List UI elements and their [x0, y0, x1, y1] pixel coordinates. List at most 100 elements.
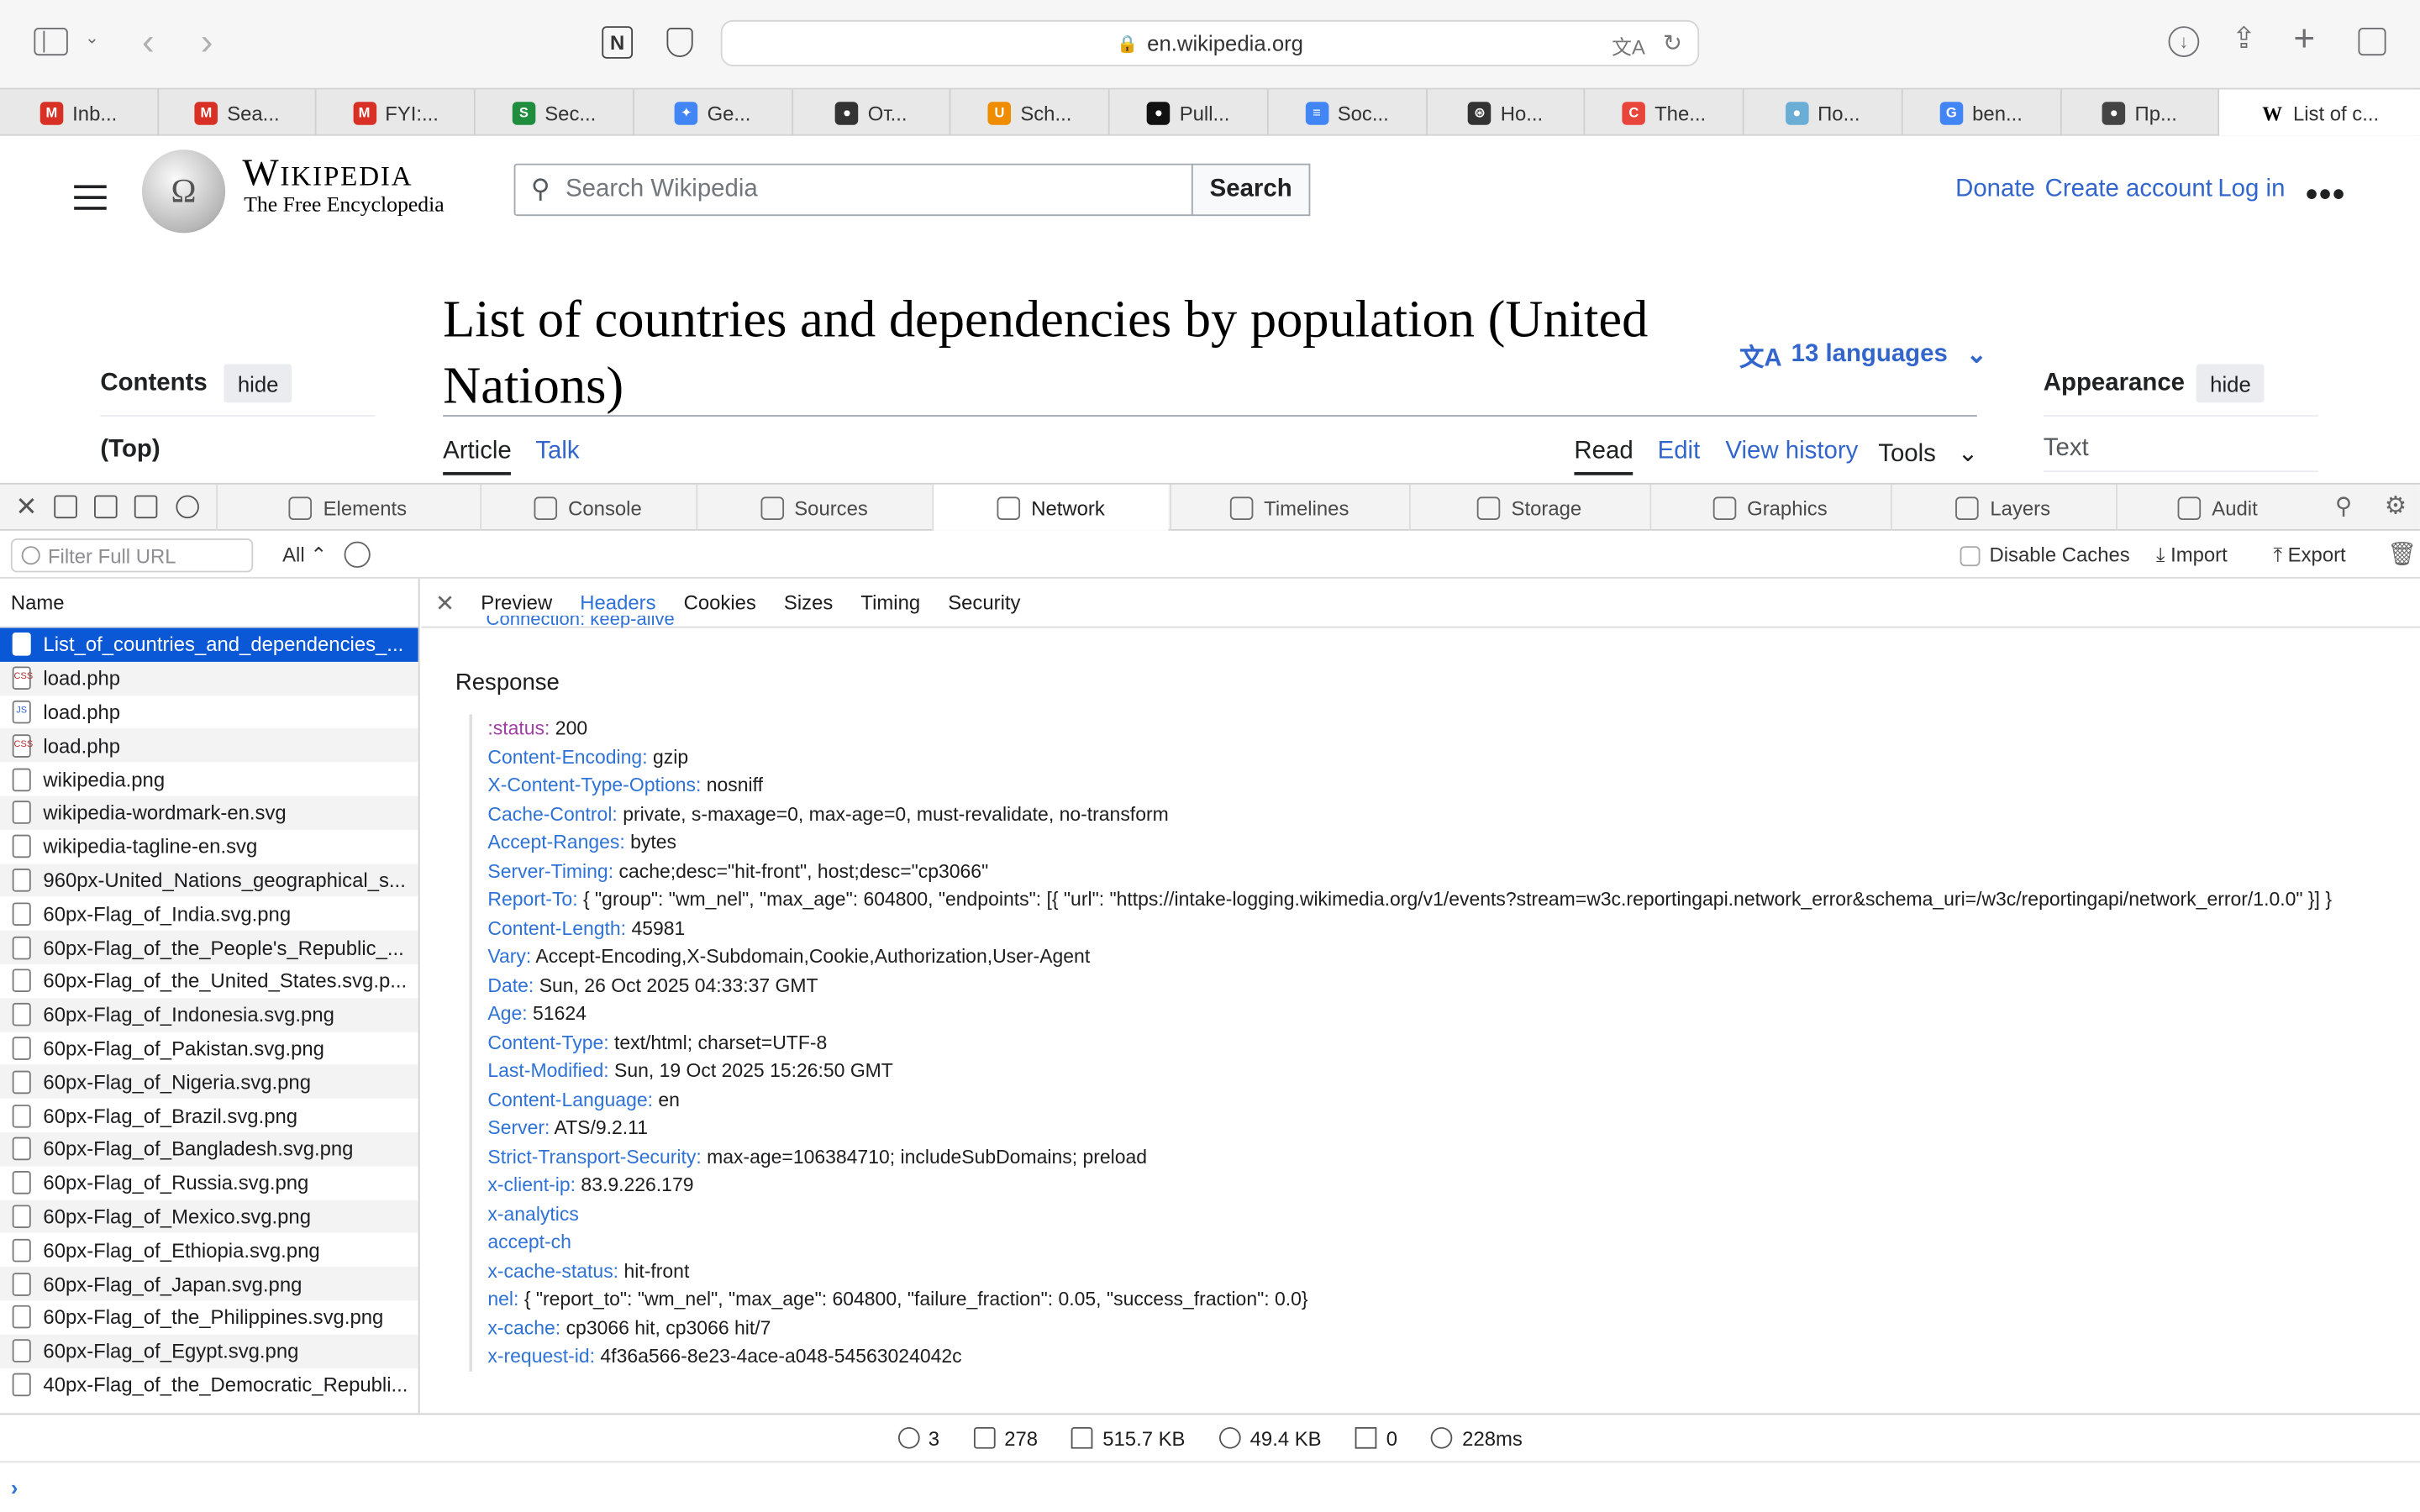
- devtools-tab-console[interactable]: Console: [480, 484, 694, 531]
- create-account-link[interactable]: Create account: [2045, 176, 2212, 203]
- tools-menu[interactable]: Tools ⌄: [1878, 438, 1978, 470]
- resource-row[interactable]: 60px-Flag_of_Russia.svg.png: [0, 1166, 418, 1200]
- console-prompt[interactable]: ›: [0, 1461, 2420, 1512]
- tab-talk[interactable]: Talk: [535, 438, 579, 466]
- browser-tab[interactable]: M Inb...: [0, 89, 159, 136]
- import-button[interactable]: ⤓ Import: [2156, 543, 2228, 568]
- wiki-search-button[interactable]: Search: [1191, 163, 1311, 217]
- devtools-tab-network[interactable]: Network: [932, 484, 1169, 531]
- devtools-tab-timelines[interactable]: Timelines: [1170, 484, 1407, 531]
- browser-tab[interactable]: S Sec...: [476, 89, 634, 136]
- languages-button[interactable]: 文A 13 languages ⌄: [1739, 336, 1987, 373]
- disable-caches-checkbox[interactable]: [1960, 546, 1981, 567]
- wiki-search-input[interactable]: ⚲ Search Wikipedia: [513, 163, 1193, 217]
- tab-read[interactable]: Read: [1574, 438, 1634, 475]
- dock-right-icon[interactable]: [94, 495, 118, 519]
- more-options-icon[interactable]: •••: [2306, 175, 2346, 215]
- resource-row[interactable]: wikipedia-tagline-en.svg: [0, 830, 418, 864]
- detail-tab-headers[interactable]: Headers: [580, 591, 655, 614]
- forward-icon[interactable]: ›: [201, 22, 213, 65]
- resource-row[interactable]: wikipedia-wordmark-en.svg: [0, 795, 418, 830]
- wikipedia-wordmark[interactable]: Wikipedia: [242, 153, 413, 196]
- dock-left-icon[interactable]: [54, 495, 77, 519]
- browser-tab[interactable]: ≡ Soc...: [1269, 89, 1428, 136]
- back-icon[interactable]: ‹: [142, 22, 155, 65]
- toc-top-link[interactable]: (Top): [100, 437, 160, 465]
- resource-row[interactable]: 60px-Flag_of_the_People's_Republic_...: [0, 930, 418, 964]
- close-icon[interactable]: ✕: [15, 492, 37, 523]
- resource-row[interactable]: 60px-Flag_of_Ethiopia.svg.png: [0, 1233, 418, 1267]
- resource-row[interactable]: 40px-Flag_of_the_Democratic_Republi...: [0, 1368, 418, 1401]
- resource-row[interactable]: 60px-Flag_of_the_United_States.svg.p...: [0, 964, 418, 998]
- new-tab-icon[interactable]: +: [2293, 18, 2315, 61]
- resource-row[interactable]: 60px-Flag_of_Japan.svg.png: [0, 1267, 418, 1301]
- browser-tab[interactable]: Gben...: [1902, 89, 2061, 136]
- donate-link[interactable]: Donate: [1955, 176, 2035, 203]
- resource-row[interactable]: 60px-Flag_of_Bangladesh.svg.png: [0, 1132, 418, 1167]
- browser-tab[interactable]: ⊛ Ho...: [1427, 89, 1586, 136]
- resource-row[interactable]: 60px-Flag_of_Egypt.svg.png: [0, 1334, 418, 1368]
- devtools-tab-graphics[interactable]: Graphics: [1649, 484, 1889, 531]
- resource-row[interactable]: JS load.php: [0, 696, 418, 729]
- resource-row[interactable]: 60px-Flag_of_Nigeria.svg.png: [0, 1064, 418, 1100]
- devtools-tab-sources[interactable]: Sources: [696, 484, 930, 531]
- resource-row[interactable]: 960px-United_Nations_geographical_s...: [0, 863, 418, 897]
- browser-tab[interactable]: ● По...: [1744, 89, 1903, 136]
- browser-tab[interactable]: ● Пр...: [2061, 89, 2220, 136]
- devtools-tab-audit[interactable]: Audit: [2116, 484, 2318, 531]
- resource-row[interactable]: List_of_countries_and_dependencies_...: [0, 627, 418, 662]
- detail-tab-cookies[interactable]: Cookies: [684, 591, 756, 614]
- tab-article[interactable]: Article: [443, 438, 512, 475]
- resource-row[interactable]: 60px-Flag_of_Brazil.svg.png: [0, 1099, 418, 1132]
- main-menu-icon[interactable]: [74, 177, 107, 218]
- wikipedia-logo[interactable]: Ω: [141, 150, 226, 234]
- browser-tab[interactable]: ✦ Ge...: [634, 89, 793, 136]
- devtools-tab-elements[interactable]: Elements: [216, 484, 478, 531]
- resource-row[interactable]: 60px-Flag_of_Pakistan.svg.png: [0, 1032, 418, 1065]
- export-button[interactable]: ⤒ Export: [2273, 543, 2345, 568]
- browser-tab[interactable]: ● Pull...: [1110, 89, 1269, 136]
- tab-view-history[interactable]: View history: [1725, 438, 1858, 466]
- resource-row[interactable]: CSS load.php: [0, 728, 418, 763]
- shield-icon[interactable]: [666, 28, 693, 57]
- devtools-tab-storage[interactable]: Storage: [1408, 484, 1649, 531]
- translate-icon[interactable]: 文A: [1612, 31, 1645, 60]
- resource-row[interactable]: 60px-Flag_of_India.svg.png: [0, 897, 418, 931]
- resource-row[interactable]: CSS load.php: [0, 661, 418, 696]
- detail-tab-timing[interactable]: Timing: [860, 591, 920, 614]
- tab-overview-icon[interactable]: [2358, 28, 2386, 56]
- close-icon[interactable]: ✕: [435, 589, 455, 617]
- appearance-hide-button[interactable]: hide: [2196, 364, 2265, 403]
- share-icon[interactable]: ⇪: [2232, 22, 2256, 57]
- resource-row[interactable]: 60px-Flag_of_Mexico.svg.png: [0, 1200, 418, 1234]
- gear-icon[interactable]: ⚙: [2385, 491, 2407, 522]
- reload-icon[interactable]: ↻: [1663, 29, 1682, 57]
- browser-tab[interactable]: C The...: [1586, 89, 1744, 136]
- browser-tab[interactable]: ● От...: [792, 89, 952, 136]
- browser-tab[interactable]: U Sch...: [951, 89, 1110, 136]
- filter-options-icon[interactable]: [344, 541, 371, 568]
- name-column-header[interactable]: Name: [0, 579, 418, 628]
- resource-row[interactable]: 60px-Flag_of_the_Philippines.svg.png: [0, 1300, 418, 1334]
- resource-row[interactable]: 60px-Flag_of_Indonesia.svg.png: [0, 997, 418, 1032]
- filter-url-input[interactable]: Filter Full URL: [10, 538, 254, 573]
- resource-row[interactable]: wikipedia.png: [0, 763, 418, 796]
- tab-edit[interactable]: Edit: [1658, 438, 1701, 466]
- browser-tab[interactable]: W List of c...: [2219, 89, 2420, 136]
- detail-tab-security[interactable]: Security: [948, 591, 1020, 614]
- address-bar[interactable]: 🔒 en.wikipedia.org 文A ↻: [720, 19, 1700, 66]
- detail-tab-sizes[interactable]: Sizes: [784, 591, 833, 614]
- resource-type-select[interactable]: All ⌃: [282, 543, 327, 568]
- element-picker-icon[interactable]: [176, 495, 199, 519]
- notion-icon[interactable]: N: [602, 26, 634, 59]
- devtools-tab-layers[interactable]: Layers: [1890, 484, 2114, 531]
- chevron-down-icon[interactable]: ⌄: [85, 28, 99, 48]
- trash-icon[interactable]: 🗑: [2387, 540, 2417, 568]
- contents-hide-button[interactable]: hide: [224, 364, 292, 403]
- browser-tab[interactable]: M FYI:...: [317, 89, 476, 136]
- sidebar-toggle-icon[interactable]: [34, 28, 68, 56]
- search-icon[interactable]: ⚲: [2335, 492, 2352, 520]
- browser-tab[interactable]: M Sea...: [159, 89, 318, 136]
- detail-tab-preview[interactable]: Preview: [481, 591, 552, 614]
- login-link[interactable]: Log in: [2217, 176, 2285, 203]
